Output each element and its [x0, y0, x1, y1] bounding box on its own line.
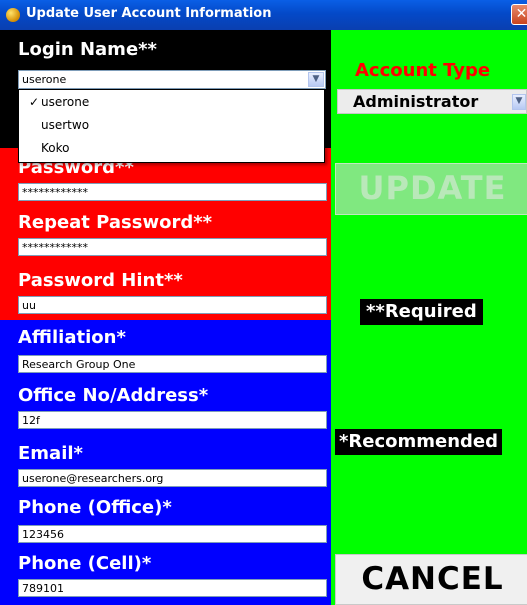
chevron-down-icon[interactable]: ▼	[308, 72, 324, 87]
chevron-down-icon[interactable]: ▼	[512, 94, 526, 110]
affiliation-field[interactable]	[18, 355, 327, 373]
login-name-selected: userone	[22, 73, 67, 86]
required-note: **Required	[360, 299, 483, 325]
affiliation-label: Affiliation*	[18, 327, 126, 348]
password-field[interactable]	[18, 183, 327, 201]
login-name-label: Login Name**	[18, 39, 157, 60]
email-field[interactable]	[18, 469, 327, 487]
cancel-button[interactable]: CANCEL	[335, 554, 527, 605]
recommended-note: *Recommended	[335, 429, 503, 455]
login-option-label: Koko	[41, 141, 70, 155]
login-option-usertwo[interactable]: usertwo	[19, 115, 324, 137]
close-button[interactable]: ✕	[511, 4, 527, 25]
title-bar[interactable]: Update User Account Information ✕	[0, 0, 527, 30]
login-option-label: userone	[41, 95, 90, 109]
office-address-field[interactable]	[18, 411, 327, 429]
login-option-userone[interactable]: ✓ userone	[19, 92, 324, 114]
app-globe-icon	[6, 8, 20, 22]
update-account-window: Update User Account Information ✕ Login …	[0, 0, 527, 605]
close-icon: ✕	[515, 6, 527, 22]
phone-cell-field[interactable]	[18, 579, 327, 597]
password-hint-field[interactable]	[18, 296, 327, 314]
phone-office-field[interactable]	[18, 525, 327, 543]
checkmark-icon: ✓	[29, 95, 40, 109]
phone-cell-label: Phone (Cell)*	[18, 553, 152, 574]
account-type-select[interactable]: Administrator ▼	[337, 89, 527, 114]
account-type-label: Account Type	[355, 60, 491, 81]
window-title: Update User Account Information	[26, 6, 272, 21]
account-type-selected: Administrator	[353, 92, 479, 111]
phone-office-label: Phone (Office)*	[18, 497, 172, 518]
repeat-password-field[interactable]	[18, 238, 327, 256]
repeat-password-label: Repeat Password**	[18, 212, 213, 233]
login-option-label: usertwo	[41, 118, 90, 132]
login-option-koko[interactable]: Koko	[19, 138, 324, 160]
login-name-dropdown-list: ✓ userone usertwo Koko	[18, 89, 325, 163]
login-name-select[interactable]: userone ▼	[18, 70, 326, 89]
office-address-label: Office No/Address*	[18, 385, 209, 406]
update-button[interactable]: UPDATE	[335, 163, 527, 215]
email-label: Email*	[18, 443, 83, 464]
password-hint-label: Password Hint**	[18, 270, 183, 291]
